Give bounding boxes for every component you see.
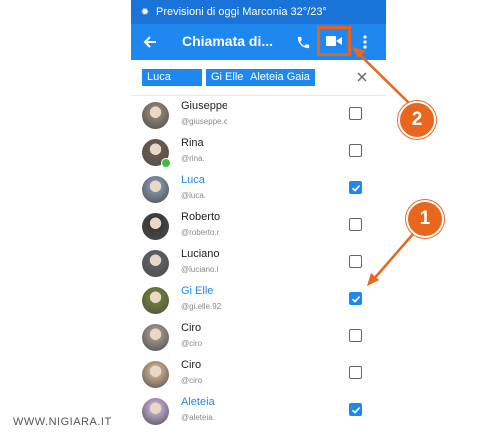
contact-handle: @ciro bbox=[181, 376, 203, 385]
back-button[interactable] bbox=[139, 30, 161, 54]
contact-name: Aleteia bbox=[181, 396, 215, 408]
avatar bbox=[142, 102, 169, 129]
contact-handle: @roberto.r bbox=[181, 228, 220, 237]
checkmark-icon bbox=[351, 406, 360, 414]
contact-checkbox[interactable] bbox=[349, 144, 362, 157]
recipient-chip[interactable]: Luca bbox=[142, 69, 202, 86]
contact-row[interactable]: Roberto @roberto.r bbox=[131, 209, 386, 246]
contact-checkbox[interactable] bbox=[349, 403, 362, 416]
contact-row[interactable]: Gi Elle @gi.elle.92 bbox=[131, 283, 386, 320]
contact-name: Rina bbox=[181, 137, 204, 149]
contact-row[interactable]: Aleteia @aleteia. bbox=[131, 394, 386, 431]
annotation-badge-2: 2 bbox=[398, 101, 436, 139]
avatar bbox=[142, 324, 169, 351]
contact-row[interactable]: Luca @luca. bbox=[131, 172, 386, 209]
avatar bbox=[142, 361, 169, 388]
phone-screen: ✹ Previsioni di oggi Marconia 32°/23° Ch… bbox=[131, 0, 386, 440]
contact-checkbox[interactable] bbox=[349, 292, 362, 305]
contact-handle: @aleteia. bbox=[181, 413, 215, 422]
checkmark-icon bbox=[351, 295, 360, 303]
selected-recipients-bar: Luca Gi Elle Aleteia Gaia bbox=[131, 60, 386, 96]
status-bar-text: Previsioni di oggi Marconia 32°/23° bbox=[156, 6, 327, 18]
contact-checkbox[interactable] bbox=[349, 366, 362, 379]
avatar bbox=[142, 139, 171, 168]
arrow-left-icon bbox=[143, 36, 156, 48]
status-bar: ✹ Previsioni di oggi Marconia 32°/23° bbox=[131, 0, 386, 24]
video-camera-icon bbox=[326, 36, 342, 46]
sun-icon: ✹ bbox=[140, 6, 150, 18]
contact-name: Ciro bbox=[181, 322, 202, 334]
more-vertical-icon bbox=[363, 35, 367, 49]
contact-row[interactable]: Ciro @ciro bbox=[131, 320, 386, 357]
page-title: Chiamata di... bbox=[182, 33, 274, 49]
contact-name: Roberto bbox=[181, 211, 221, 223]
avatar bbox=[142, 250, 169, 277]
app-bar: Chiamata di... bbox=[131, 24, 386, 60]
phone-icon bbox=[297, 36, 309, 48]
video-call-button[interactable] bbox=[317, 26, 351, 56]
clear-selection-button[interactable] bbox=[353, 68, 371, 86]
recipient-chip[interactable]: Aleteia Gaia bbox=[245, 69, 315, 86]
contact-handle: @luciano.l bbox=[181, 265, 219, 274]
contact-row[interactable]: Giuseppe @giuseppe.c bbox=[131, 98, 386, 135]
contact-handle: @gi.elle.92 bbox=[181, 302, 222, 311]
contact-handle: @ciro bbox=[181, 339, 203, 348]
contact-row[interactable]: Rina @rina. bbox=[131, 135, 386, 172]
close-icon bbox=[357, 72, 367, 82]
contact-handle: @luca. bbox=[181, 191, 207, 200]
recipient-chip[interactable]: Gi Elle bbox=[206, 69, 249, 86]
contact-handle: @rina. bbox=[181, 154, 205, 163]
contact-row[interactable]: Ciro @ciro bbox=[131, 357, 386, 394]
contact-checkbox[interactable] bbox=[349, 329, 362, 342]
contact-handle: @giuseppe.c bbox=[181, 117, 227, 126]
contact-name: Ciro bbox=[181, 359, 202, 371]
contact-name: Luciano bbox=[181, 248, 220, 260]
avatar bbox=[142, 398, 169, 425]
contact-name: Gi Elle bbox=[181, 285, 214, 297]
voice-call-button[interactable] bbox=[292, 31, 314, 53]
contact-name: Luca bbox=[181, 174, 205, 186]
checkmark-icon bbox=[351, 184, 360, 192]
more-options-button[interactable] bbox=[357, 31, 373, 53]
avatar bbox=[142, 213, 169, 240]
avatar bbox=[142, 176, 169, 203]
contact-checkbox[interactable] bbox=[349, 218, 362, 231]
watermark: WWW.NIGIARA.IT bbox=[13, 416, 112, 428]
avatar bbox=[142, 287, 169, 314]
online-indicator bbox=[161, 158, 171, 168]
contact-row[interactable]: Luciano @luciano.l bbox=[131, 246, 386, 283]
contact-checkbox[interactable] bbox=[349, 181, 362, 194]
contact-checkbox[interactable] bbox=[349, 107, 362, 120]
contact-checkbox[interactable] bbox=[349, 255, 362, 268]
annotation-badge-1: 1 bbox=[406, 200, 444, 238]
contact-name: Giuseppe bbox=[181, 100, 227, 112]
